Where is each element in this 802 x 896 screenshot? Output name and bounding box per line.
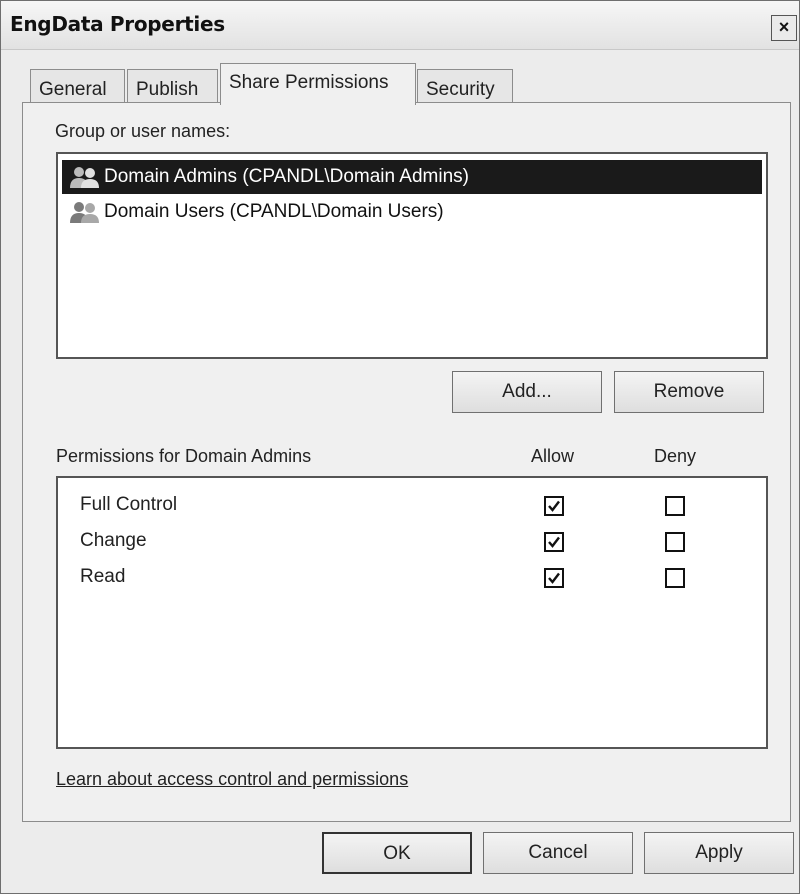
check-icon xyxy=(548,572,560,584)
properties-dialog: EngData Properties × General Publish Sha… xyxy=(0,0,800,894)
deny-checkbox[interactable] xyxy=(665,532,685,552)
deny-checkbox[interactable] xyxy=(665,568,685,588)
permission-name: Change xyxy=(80,530,147,551)
users-group-icon xyxy=(70,202,99,223)
tab-label: Publish xyxy=(136,79,199,100)
allow-checkbox[interactable] xyxy=(544,532,564,552)
add-button[interactable]: Add... xyxy=(452,371,602,413)
permission-row: Full Control xyxy=(80,490,740,520)
remove-button[interactable]: Remove xyxy=(614,371,764,413)
permission-name: Full Control xyxy=(80,494,178,515)
deny-checkbox[interactable] xyxy=(665,496,685,516)
user-list[interactable]: Domain Admins (CPANDL\Domain Admins) Dom… xyxy=(56,152,768,359)
title-bar[interactable]: EngData Properties × xyxy=(1,1,799,50)
check-icon xyxy=(548,500,560,512)
tab-share-permissions[interactable]: Share Permissions xyxy=(220,63,416,105)
permission-row: Read xyxy=(80,562,740,592)
window-title: EngData Properties xyxy=(10,12,225,36)
user-name: Domain Users (CPANDL\Domain Users) xyxy=(104,201,444,222)
access-control-help-link[interactable]: Learn about access control and permissio… xyxy=(56,769,408,790)
allow-checkbox[interactable] xyxy=(544,568,564,588)
allow-header: Allow xyxy=(531,446,575,466)
users-group-icon xyxy=(70,167,99,188)
close-icon: × xyxy=(778,17,790,37)
tab-general[interactable]: General xyxy=(30,69,125,103)
user-name: Domain Admins (CPANDL\Domain Admins) xyxy=(104,166,469,187)
list-item[interactable]: Domain Admins (CPANDL\Domain Admins) xyxy=(62,160,762,194)
cancel-button[interactable]: Cancel xyxy=(483,832,633,874)
tab-label: Share Permissions xyxy=(229,72,389,93)
share-permissions-panel: Group or user names: Domain Admins (CPAN… xyxy=(22,102,791,822)
check-icon xyxy=(548,536,560,548)
close-button[interactable]: × xyxy=(771,15,797,41)
permission-name: Read xyxy=(80,566,126,587)
permission-row: Change xyxy=(80,526,740,556)
tab-label: General xyxy=(39,79,107,100)
permissions-label: Permissions for Domain Admins xyxy=(56,446,312,466)
permissions-list: Full Control Change Read xyxy=(56,476,768,749)
allow-checkbox[interactable] xyxy=(544,496,564,516)
apply-button[interactable]: Apply xyxy=(644,832,794,874)
deny-header: Deny xyxy=(654,446,697,466)
tab-publish[interactable]: Publish xyxy=(127,69,218,103)
list-item[interactable]: Domain Users (CPANDL\Domain Users) xyxy=(62,195,762,229)
tab-label: Security xyxy=(426,79,495,100)
ok-button[interactable]: OK xyxy=(322,832,472,874)
tab-security[interactable]: Security xyxy=(417,69,513,103)
group-names-label: Group or user names: xyxy=(55,121,231,141)
